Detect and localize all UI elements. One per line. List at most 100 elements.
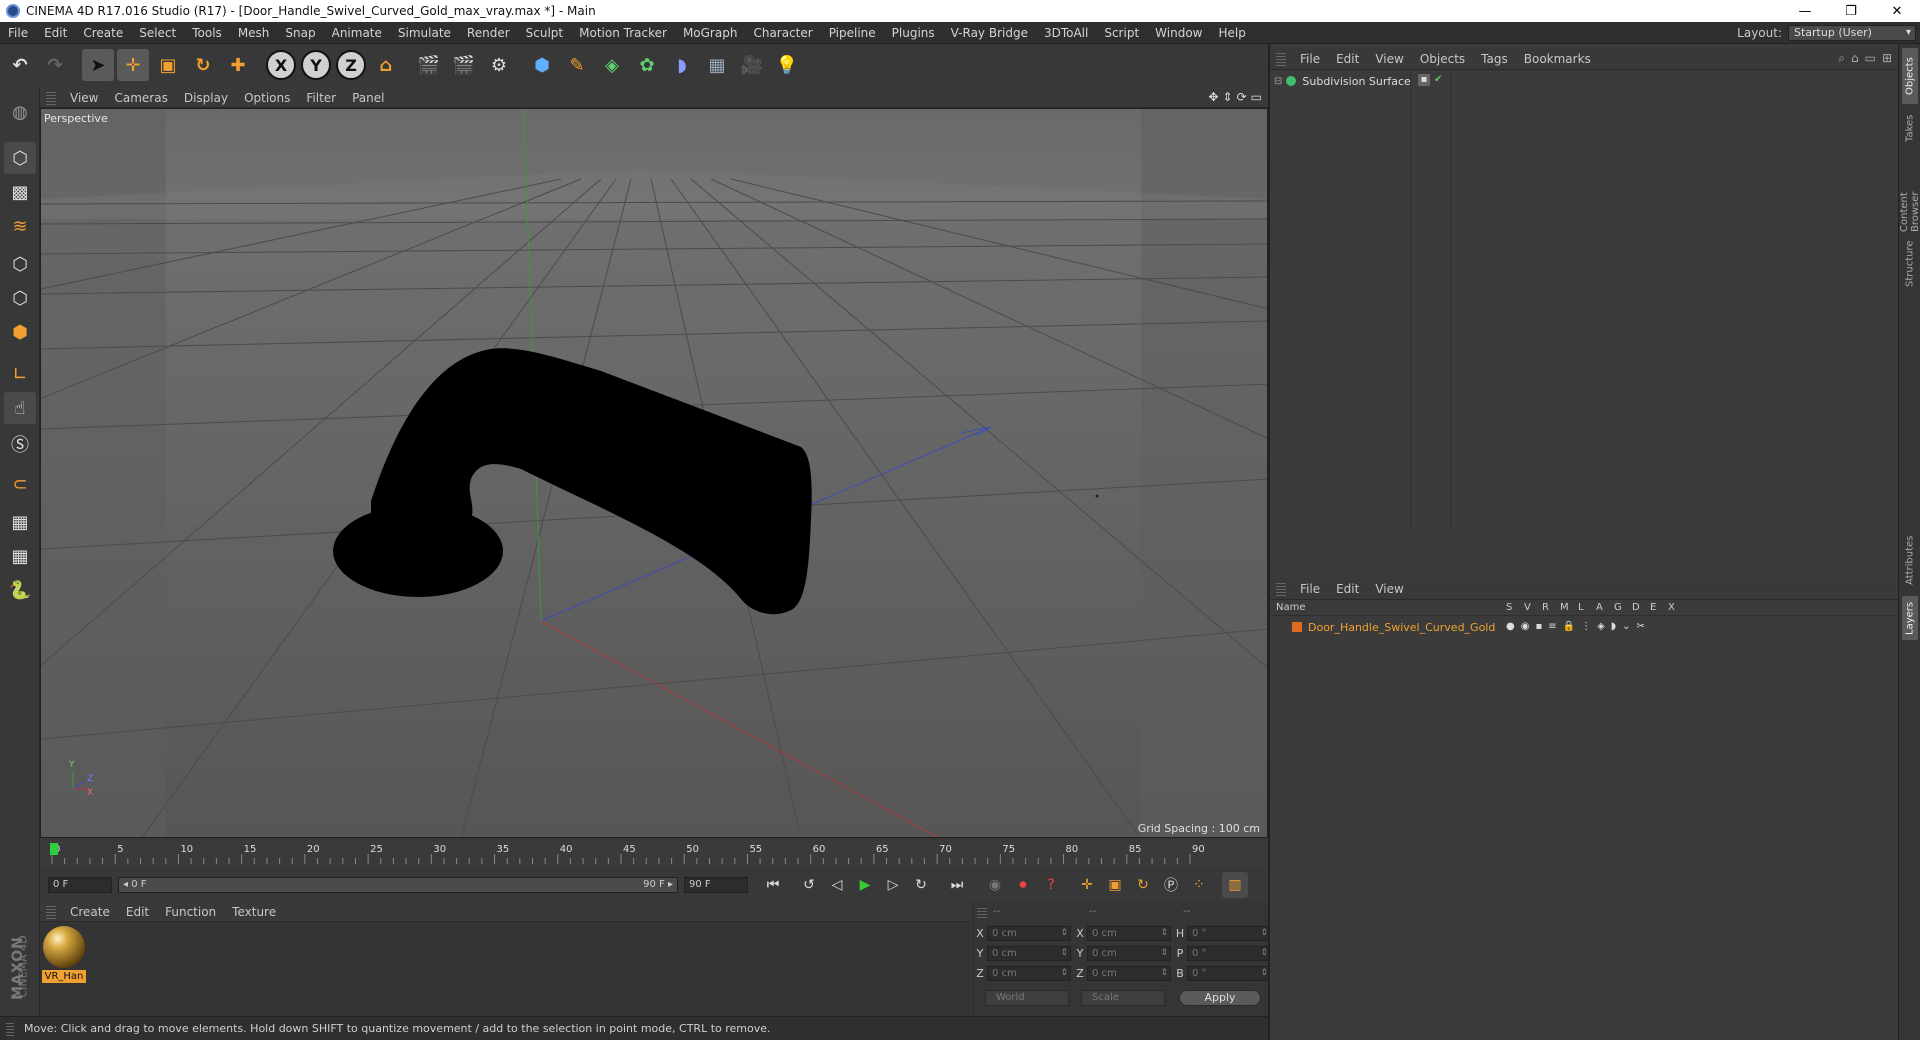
- material-menu-edit[interactable]: Edit: [118, 905, 157, 919]
- viewport-menu-panel[interactable]: Panel: [344, 91, 392, 105]
- x-axis-icon[interactable]: X: [265, 49, 297, 81]
- end-frame-field[interactable]: 90 F: [684, 877, 748, 893]
- orbit-view-icon[interactable]: ⟳: [1237, 90, 1247, 104]
- maximize-view-icon[interactable]: ▭: [1251, 90, 1262, 104]
- restore-button[interactable]: ❐: [1828, 0, 1874, 22]
- xref-icon[interactable]: ✂: [1636, 621, 1644, 632]
- menu-help[interactable]: Help: [1210, 26, 1253, 40]
- redo-icon[interactable]: ↷: [39, 49, 71, 81]
- menu-edit[interactable]: Edit: [36, 26, 75, 40]
- model-mode-icon[interactable]: ⬡: [4, 142, 36, 174]
- tab-structure[interactable]: Structure: [1902, 238, 1918, 290]
- previous-key-icon[interactable]: ↺: [796, 872, 822, 898]
- layer-color-swatch[interactable]: [1292, 622, 1302, 632]
- cloner-icon[interactable]: ✿: [631, 49, 663, 81]
- objects-menu-file[interactable]: File: [1292, 52, 1328, 66]
- material-menu-create[interactable]: Create: [62, 905, 118, 919]
- coordinate-system-icon[interactable]: ⌂: [370, 49, 402, 81]
- enabled-check-icon[interactable]: ✔: [1434, 74, 1442, 86]
- expression-icon[interactable]: ⌄: [1622, 621, 1630, 632]
- viewport-menu-view[interactable]: View: [62, 91, 106, 105]
- perspective-viewport[interactable]: Y X Z: [40, 108, 1268, 838]
- viewport-menu-filter[interactable]: Filter: [298, 91, 344, 105]
- next-key-icon[interactable]: ↻: [908, 872, 934, 898]
- render-picture-viewer-icon[interactable]: 🎬: [448, 49, 480, 81]
- material-menu-texture[interactable]: Texture: [224, 905, 284, 919]
- move-icon[interactable]: ✛: [117, 49, 149, 81]
- panel-grip-icon[interactable]: [1276, 581, 1286, 596]
- key-rotation-icon[interactable]: ↻: [1130, 872, 1156, 898]
- panel-grip-icon[interactable]: [46, 90, 56, 105]
- layout-dropdown[interactable]: Startup (User): [1788, 25, 1916, 41]
- panel-grip-icon[interactable]: [1276, 51, 1286, 66]
- menu-snap[interactable]: Snap: [277, 26, 323, 40]
- points-mode-icon[interactable]: ⬡: [4, 248, 36, 280]
- undo-icon[interactable]: ↶: [4, 49, 36, 81]
- rotation-h-field[interactable]: 0 °: [1187, 925, 1271, 941]
- menu-script[interactable]: Script: [1096, 26, 1147, 40]
- goto-end-icon[interactable]: ⏭: [944, 872, 970, 898]
- manager-icon[interactable]: ≡: [1548, 621, 1556, 632]
- layers-menu-view[interactable]: View: [1367, 582, 1411, 596]
- layer-row[interactable]: Door_Handle_Swivel_Curved_Gold ● ◉ ▪ ≡ 🔒…: [1270, 618, 1900, 636]
- layer-list[interactable]: Name S V R M L A G D E X Door_Handle_Swi…: [1270, 600, 1900, 1040]
- material-menu-function[interactable]: Function: [157, 905, 224, 919]
- objects-menu-tags[interactable]: Tags: [1473, 52, 1516, 66]
- tab-attributes[interactable]: Attributes: [1902, 530, 1918, 590]
- menu-motion-tracker[interactable]: Motion Tracker: [571, 26, 675, 40]
- y-axis-icon[interactable]: Y: [300, 49, 332, 81]
- lock-icon[interactable]: 🔒: [1563, 621, 1575, 632]
- panel-grip-icon[interactable]: [977, 906, 987, 918]
- menu-sculpt[interactable]: Sculpt: [518, 26, 571, 40]
- rotation-b-field[interactable]: 0 °: [1187, 965, 1271, 981]
- object-row-subdivision-surface[interactable]: ⊟ Subdivision Surface: [1274, 72, 1411, 90]
- workplane-icon[interactable]: ≋: [4, 210, 36, 242]
- visibility-toggle-icon[interactable]: ▪: [1418, 74, 1430, 86]
- deformer-layer-icon[interactable]: ◗: [1611, 621, 1616, 632]
- tab-takes[interactable]: Takes: [1902, 108, 1918, 148]
- layer-name[interactable]: Door_Handle_Swivel_Curved_Gold: [1308, 621, 1495, 634]
- view-eye-icon[interactable]: ◉: [1521, 621, 1530, 632]
- search-icon[interactable]: ⌕: [1838, 51, 1845, 66]
- menu-create[interactable]: Create: [75, 26, 131, 40]
- position-x-field[interactable]: 0 cm: [987, 925, 1071, 941]
- next-frame-icon[interactable]: ▷: [880, 872, 906, 898]
- menu-select[interactable]: Select: [131, 26, 184, 40]
- play-icon[interactable]: ▶: [852, 872, 878, 898]
- layers-menu-edit[interactable]: Edit: [1328, 582, 1367, 596]
- lock-workplane-icon[interactable]: ▦: [4, 506, 36, 538]
- position-y-field[interactable]: 0 cm: [987, 945, 1071, 961]
- menu-3dtoall[interactable]: 3DToAll: [1036, 26, 1096, 40]
- edges-mode-icon[interactable]: ⬡: [4, 282, 36, 314]
- magnet-icon[interactable]: ⊂: [4, 468, 36, 500]
- pen-spline-icon[interactable]: ✎: [561, 49, 593, 81]
- objects-menu-bookmarks[interactable]: Bookmarks: [1516, 52, 1599, 66]
- record-active-icon[interactable]: ⏺: [1010, 872, 1036, 898]
- object-list[interactable]: ⊟ Subdivision Surface ▪ ✔: [1270, 70, 1900, 578]
- planar-workplane-icon[interactable]: ▦: [4, 540, 36, 572]
- menu-animate[interactable]: Animate: [324, 26, 390, 40]
- z-axis-icon[interactable]: Z: [335, 49, 367, 81]
- size-mode-dropdown[interactable]: Scale: [1081, 990, 1165, 1006]
- menu-render[interactable]: Render: [459, 26, 518, 40]
- viewport-menu-cameras[interactable]: Cameras: [106, 91, 175, 105]
- size-z-field[interactable]: 0 cm: [1087, 965, 1171, 981]
- tab-objects[interactable]: Objects: [1902, 48, 1918, 104]
- key-scale-icon[interactable]: ▣: [1102, 872, 1128, 898]
- minimize-button[interactable]: —: [1782, 0, 1828, 22]
- material-manager-area[interactable]: VR_Han: [40, 922, 970, 1016]
- python-icon[interactable]: 🐍: [4, 574, 36, 606]
- dolly-view-icon[interactable]: ⇕: [1223, 90, 1233, 104]
- deformer-icon[interactable]: ◗: [666, 49, 698, 81]
- home-icon[interactable]: ⌂: [1851, 51, 1859, 66]
- rotate-icon[interactable]: ↻: [187, 49, 219, 81]
- menu-file[interactable]: File: [0, 26, 36, 40]
- size-y-field[interactable]: 0 cm: [1087, 945, 1171, 961]
- menu-tools[interactable]: Tools: [184, 26, 230, 40]
- tab-content-browser[interactable]: Content Browser: [1899, 152, 1920, 232]
- position-z-field[interactable]: 0 cm: [987, 965, 1071, 981]
- layers-menu-file[interactable]: File: [1292, 582, 1328, 596]
- key-position-icon[interactable]: ✛: [1074, 872, 1100, 898]
- goto-start-icon[interactable]: ⏮: [760, 872, 786, 898]
- floor-icon[interactable]: ▦: [701, 49, 733, 81]
